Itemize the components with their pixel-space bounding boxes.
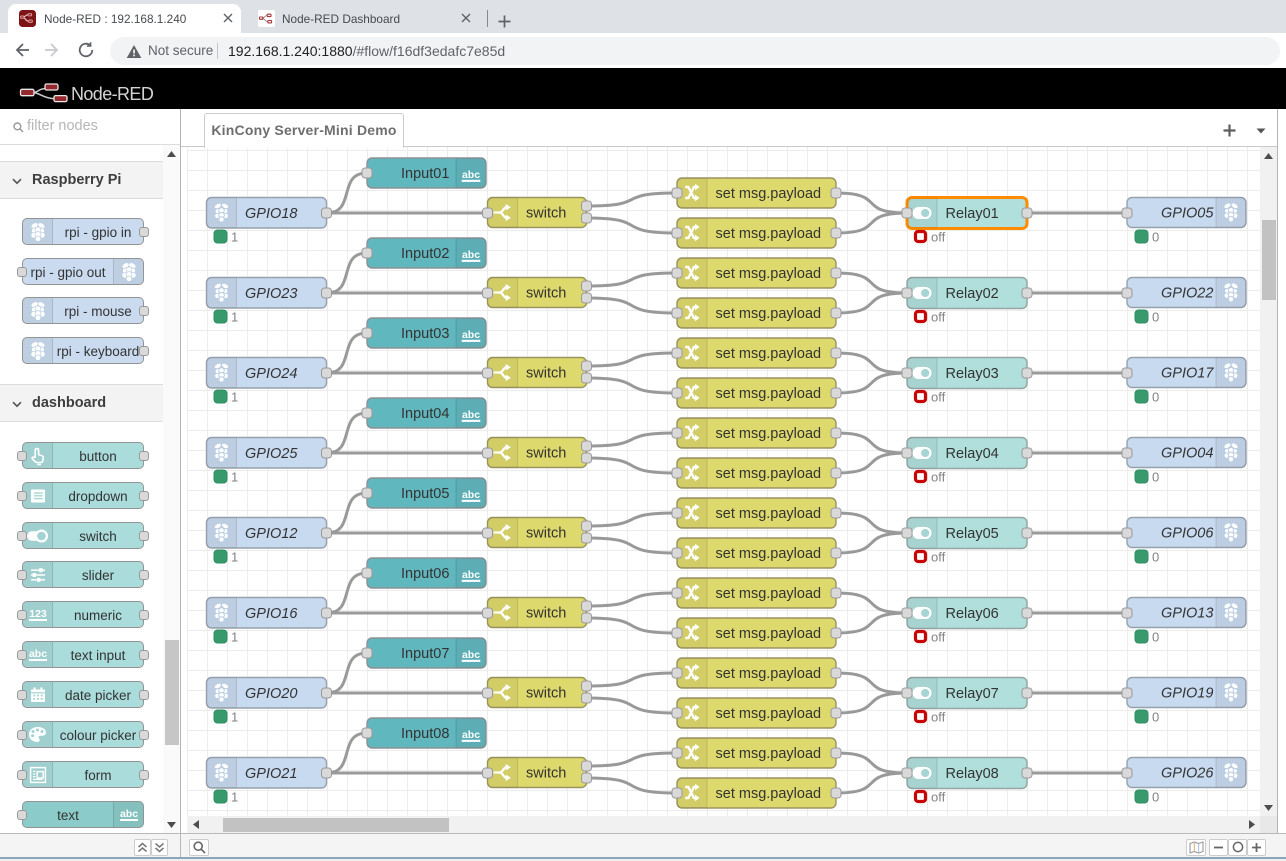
svg-text:Relay07: Relay07 (946, 686, 999, 702)
svg-text:GPIO25: GPIO25 (245, 446, 298, 462)
svg-text:GPIO04: GPIO04 (1161, 446, 1213, 462)
svg-text:1: 1 (231, 230, 238, 245)
svg-text:GPIO24: GPIO24 (245, 366, 297, 382)
svg-text:Relay08: Relay08 (946, 766, 999, 782)
svg-text:set msg.payload: set msg.payload (716, 186, 822, 202)
svg-text:set msg.payload: set msg.payload (716, 506, 822, 522)
svg-text:Relay01: Relay01 (946, 206, 999, 222)
svg-text:0: 0 (1152, 710, 1159, 725)
svg-text:Input07: Input07 (401, 646, 449, 662)
svg-text:off: off (931, 230, 946, 245)
svg-text:set msg.payload: set msg.payload (716, 626, 822, 642)
svg-text:set msg.payload: set msg.payload (716, 706, 822, 722)
svg-text:1: 1 (231, 310, 238, 325)
svg-text:set msg.payload: set msg.payload (716, 386, 822, 402)
svg-text:abc: abc (28, 648, 46, 660)
svg-text:GPIO22: GPIO22 (1161, 286, 1213, 302)
svg-text:Relay03: Relay03 (946, 366, 999, 382)
svg-text:1: 1 (231, 710, 238, 725)
svg-text:Input01: Input01 (401, 166, 449, 182)
svg-text:1: 1 (231, 630, 238, 645)
svg-text:GPIO23: GPIO23 (245, 286, 297, 302)
svg-text:switch: switch (526, 686, 566, 702)
svg-text:GPIO20: GPIO20 (245, 686, 297, 702)
svg-text:switch: switch (526, 606, 566, 622)
svg-text:0: 0 (1152, 630, 1159, 645)
svg-text:off: off (931, 390, 946, 405)
svg-text:0: 0 (1152, 310, 1159, 325)
svg-text:Relay04: Relay04 (946, 446, 999, 462)
svg-text:off: off (931, 550, 946, 565)
svg-text:Relay02: Relay02 (946, 286, 999, 302)
svg-text:0: 0 (1152, 470, 1159, 485)
svg-text:set msg.payload: set msg.payload (716, 226, 822, 242)
svg-text:switch: switch (526, 206, 566, 222)
svg-text:Input08: Input08 (401, 726, 449, 742)
svg-text:0: 0 (1152, 390, 1159, 405)
svg-text:GPIO16: GPIO16 (245, 606, 298, 622)
svg-text:set msg.payload: set msg.payload (716, 466, 822, 482)
svg-text:GPIO05: GPIO05 (1161, 206, 1214, 222)
svg-text:0: 0 (1152, 230, 1159, 245)
svg-text:set msg.payload: set msg.payload (716, 426, 822, 442)
svg-text:1: 1 (231, 390, 238, 405)
svg-text:switch: switch (526, 446, 566, 462)
svg-text:Input06: Input06 (401, 566, 449, 582)
svg-text:set msg.payload: set msg.payload (716, 546, 822, 562)
svg-text:Input04: Input04 (401, 406, 449, 422)
svg-text:Input02: Input02 (401, 246, 449, 262)
svg-text:123: 123 (29, 608, 47, 620)
svg-text:set msg.payload: set msg.payload (716, 266, 822, 282)
svg-text:GPIO12: GPIO12 (245, 526, 297, 542)
svg-text:GPIO18: GPIO18 (245, 206, 297, 222)
svg-text:off: off (931, 310, 946, 325)
svg-text:Input03: Input03 (401, 326, 449, 342)
svg-text:GPIO06: GPIO06 (1161, 526, 1214, 542)
svg-text:GPIO13: GPIO13 (1161, 606, 1213, 622)
svg-text:GPIO17: GPIO17 (1161, 366, 1214, 382)
svg-text:off: off (931, 470, 946, 485)
svg-text:GPIO26: GPIO26 (1161, 766, 1214, 782)
svg-text:switch: switch (526, 366, 566, 382)
svg-text:off: off (931, 630, 946, 645)
svg-text:0: 0 (1152, 790, 1159, 805)
svg-text:set msg.payload: set msg.payload (716, 586, 822, 602)
svg-text:GPIO19: GPIO19 (1161, 686, 1213, 702)
svg-text:Relay06: Relay06 (946, 606, 999, 622)
svg-text:set msg.payload: set msg.payload (716, 306, 822, 322)
svg-text:switch: switch (526, 286, 566, 302)
svg-text:abc: abc (119, 808, 137, 820)
svg-text:Input05: Input05 (401, 486, 449, 502)
svg-text:set msg.payload: set msg.payload (716, 346, 822, 362)
svg-text:set msg.payload: set msg.payload (716, 666, 822, 682)
svg-text:switch: switch (526, 526, 566, 542)
svg-text:off: off (931, 710, 946, 725)
svg-text:1: 1 (231, 550, 238, 565)
svg-text:switch: switch (526, 766, 566, 782)
svg-text:0: 0 (1152, 550, 1159, 565)
svg-text:Relay05: Relay05 (946, 526, 999, 542)
svg-text:set msg.payload: set msg.payload (716, 746, 822, 762)
svg-text:off: off (931, 790, 946, 805)
svg-text:1: 1 (231, 790, 238, 805)
svg-text:set msg.payload: set msg.payload (716, 786, 822, 802)
svg-text:1: 1 (231, 470, 238, 485)
svg-text:GPIO21: GPIO21 (245, 766, 297, 782)
